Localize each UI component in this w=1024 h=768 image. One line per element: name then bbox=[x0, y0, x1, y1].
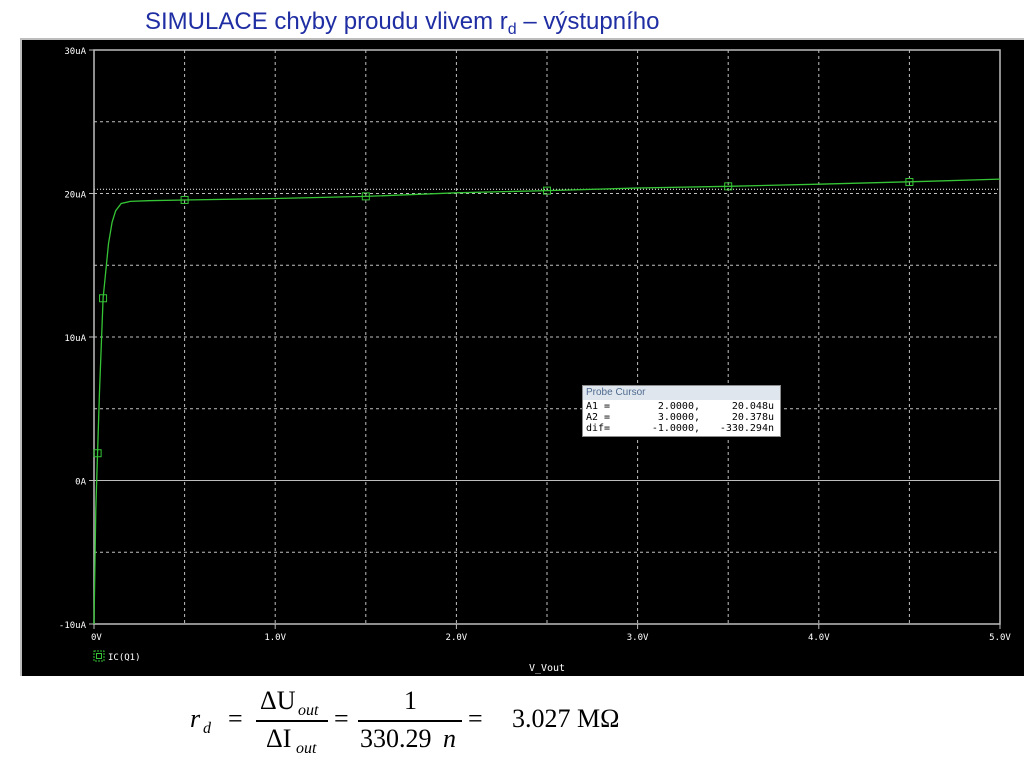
probe-plot-window[interactable]: -10uA 0A 10uA 20uA 30uA 0V 1.0V 2.0V 3.0V 4.0V 5.0… bbox=[20, 38, 1024, 676]
x-tick-label: 1.0V bbox=[264, 633, 286, 643]
legend-label: IC(Q1) bbox=[108, 653, 141, 663]
y-tick-label: 10uA bbox=[64, 334, 86, 344]
cursor-y-value: -330.294n bbox=[719, 423, 774, 434]
formula-den1: ΔI bbox=[266, 724, 292, 753]
probe-cursor-title: Probe Cursor bbox=[583, 386, 780, 400]
formula-num1: ΔU bbox=[260, 686, 296, 715]
cursor-x-value: -1.0000, bbox=[651, 423, 700, 434]
probe-cursor-body: A1 = 2.0000, 20.048u A2 = 3.0000, 20.378u di… bbox=[583, 400, 780, 436]
x-tick-label: 5.0V bbox=[989, 633, 1011, 643]
formula-eq-1: = bbox=[228, 704, 243, 733]
cursor-label: A2 = bbox=[586, 412, 611, 423]
x-tick-label: 0V bbox=[91, 633, 102, 643]
x-axis-label: V_Vout bbox=[529, 663, 565, 674]
slide-title: SIMULACE chyby proudu vlivem rd – výstup… bbox=[145, 8, 659, 39]
cursor-y-value: 20.048u bbox=[731, 401, 774, 412]
plot-area[interactable]: -10uA 0A 10uA 20uA 30uA 0V 1.0V 2.0V 3.0V 4.0V 5.0… bbox=[22, 40, 1024, 676]
formula-lhs-sub: d bbox=[203, 720, 211, 737]
formula-eq-2: = bbox=[334, 704, 349, 733]
formula-num1-sub: out bbox=[298, 702, 319, 719]
fraction-bar-2 bbox=[358, 720, 462, 722]
legend-marker-inner bbox=[96, 653, 102, 659]
formula-num2: 1 bbox=[404, 686, 417, 715]
y-tick-label: 0A bbox=[75, 478, 86, 488]
slide-title-tail: – výstupního bbox=[516, 8, 660, 35]
y-tick-label: 30uA bbox=[64, 47, 86, 57]
slide-title-subscript: d bbox=[507, 21, 517, 38]
slide-title-main: SIMULACE chyby proudu vlivem r bbox=[145, 8, 508, 35]
legend-marker-icon bbox=[93, 650, 105, 662]
formula-eq-3: = bbox=[468, 704, 483, 733]
formula-lhs: r bbox=[190, 704, 201, 733]
formula-result: 3.027 MΩ bbox=[512, 704, 620, 733]
cursor-x-value: 3.0000, bbox=[657, 412, 700, 423]
probe-cursor-row: A1 = 2.0000, 20.048u bbox=[586, 401, 777, 412]
cursor-x-value: 2.0000, bbox=[657, 401, 700, 412]
series-line-ic-q1 bbox=[93, 178, 1001, 625]
cursor-label: dif= bbox=[586, 423, 611, 434]
cursor-label: A1 = bbox=[586, 401, 611, 412]
resistance-formula: r d = ΔU out ΔI out = 1 330.29 n = 3.027… bbox=[190, 686, 670, 766]
formula-den2-unit: n bbox=[443, 724, 456, 753]
probe-cursor-panel[interactable]: Probe Cursor A1 = 2.0000, 20.048u A2 = 3.00… bbox=[582, 385, 781, 437]
y-tick-label: -10uA bbox=[59, 621, 87, 631]
x-tick-label: 3.0V bbox=[627, 633, 649, 643]
formula-den1-sub: out bbox=[296, 740, 317, 757]
x-tick-label: 2.0V bbox=[446, 633, 468, 643]
formula-den2: 330.29 bbox=[360, 724, 432, 753]
probe-cursor-row: A2 = 3.0000, 20.378u bbox=[586, 412, 777, 423]
cursor-y-value: 20.378u bbox=[731, 412, 774, 423]
fraction-bar-1 bbox=[256, 720, 328, 722]
x-tick-label: 4.0V bbox=[808, 633, 830, 643]
probe-cursor-row: dif= -1.0000, -330.294n bbox=[586, 423, 777, 434]
y-tick-label: 20uA bbox=[64, 191, 86, 201]
